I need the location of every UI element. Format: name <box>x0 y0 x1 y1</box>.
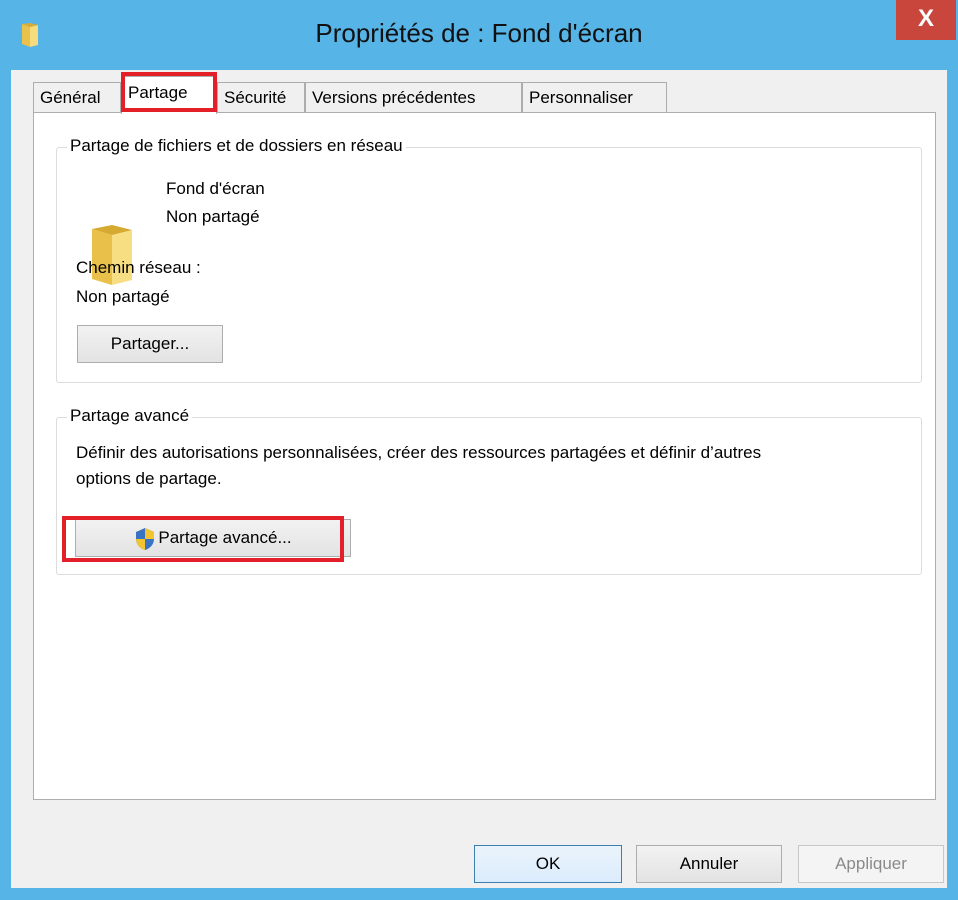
advanced-button-highlight-box <box>62 516 344 562</box>
tab-general[interactable]: Général <box>33 82 121 112</box>
tab-versions-precedentes[interactable]: Versions précédentes <box>305 82 522 112</box>
window-title: Propriétés de : Fond d'écran <box>315 18 643 48</box>
share-button[interactable]: Partager... <box>77 325 223 363</box>
tab-securite[interactable]: Sécurité <box>217 82 305 112</box>
network-sharing-legend: Partage de fichiers et de dossiers en ré… <box>67 136 406 156</box>
folder-name: Fond d'écran <box>166 179 265 198</box>
properties-dialog: Propriétés de : Fond d'écran X Général P… <box>0 0 958 900</box>
tab-panel-partage: Partage de fichiers et de dossiers en ré… <box>33 112 936 800</box>
ok-button[interactable]: OK <box>474 845 622 883</box>
apply-button[interactable]: Appliquer <box>798 845 944 883</box>
advanced-sharing-legend: Partage avancé <box>67 406 193 426</box>
folder-status: Non partagé <box>166 207 260 226</box>
advanced-sharing-description-line1: Définir des autorisations personnalisées… <box>76 443 762 462</box>
close-button[interactable]: X <box>896 0 956 40</box>
network-path-value: Non partagé <box>76 287 170 306</box>
dialog-client-area: Général Partage Sécurité Versions précéd… <box>11 70 947 888</box>
network-path-label: Chemin réseau : <box>76 258 201 277</box>
advanced-sharing-description-line2: options de partage. <box>76 469 222 488</box>
tab-highlight-box <box>121 72 217 112</box>
cancel-button[interactable]: Annuler <box>636 845 782 883</box>
tab-personnaliser[interactable]: Personnaliser <box>522 82 667 112</box>
title-bar[interactable]: Propriétés de : Fond d'écran X <box>0 0 958 70</box>
